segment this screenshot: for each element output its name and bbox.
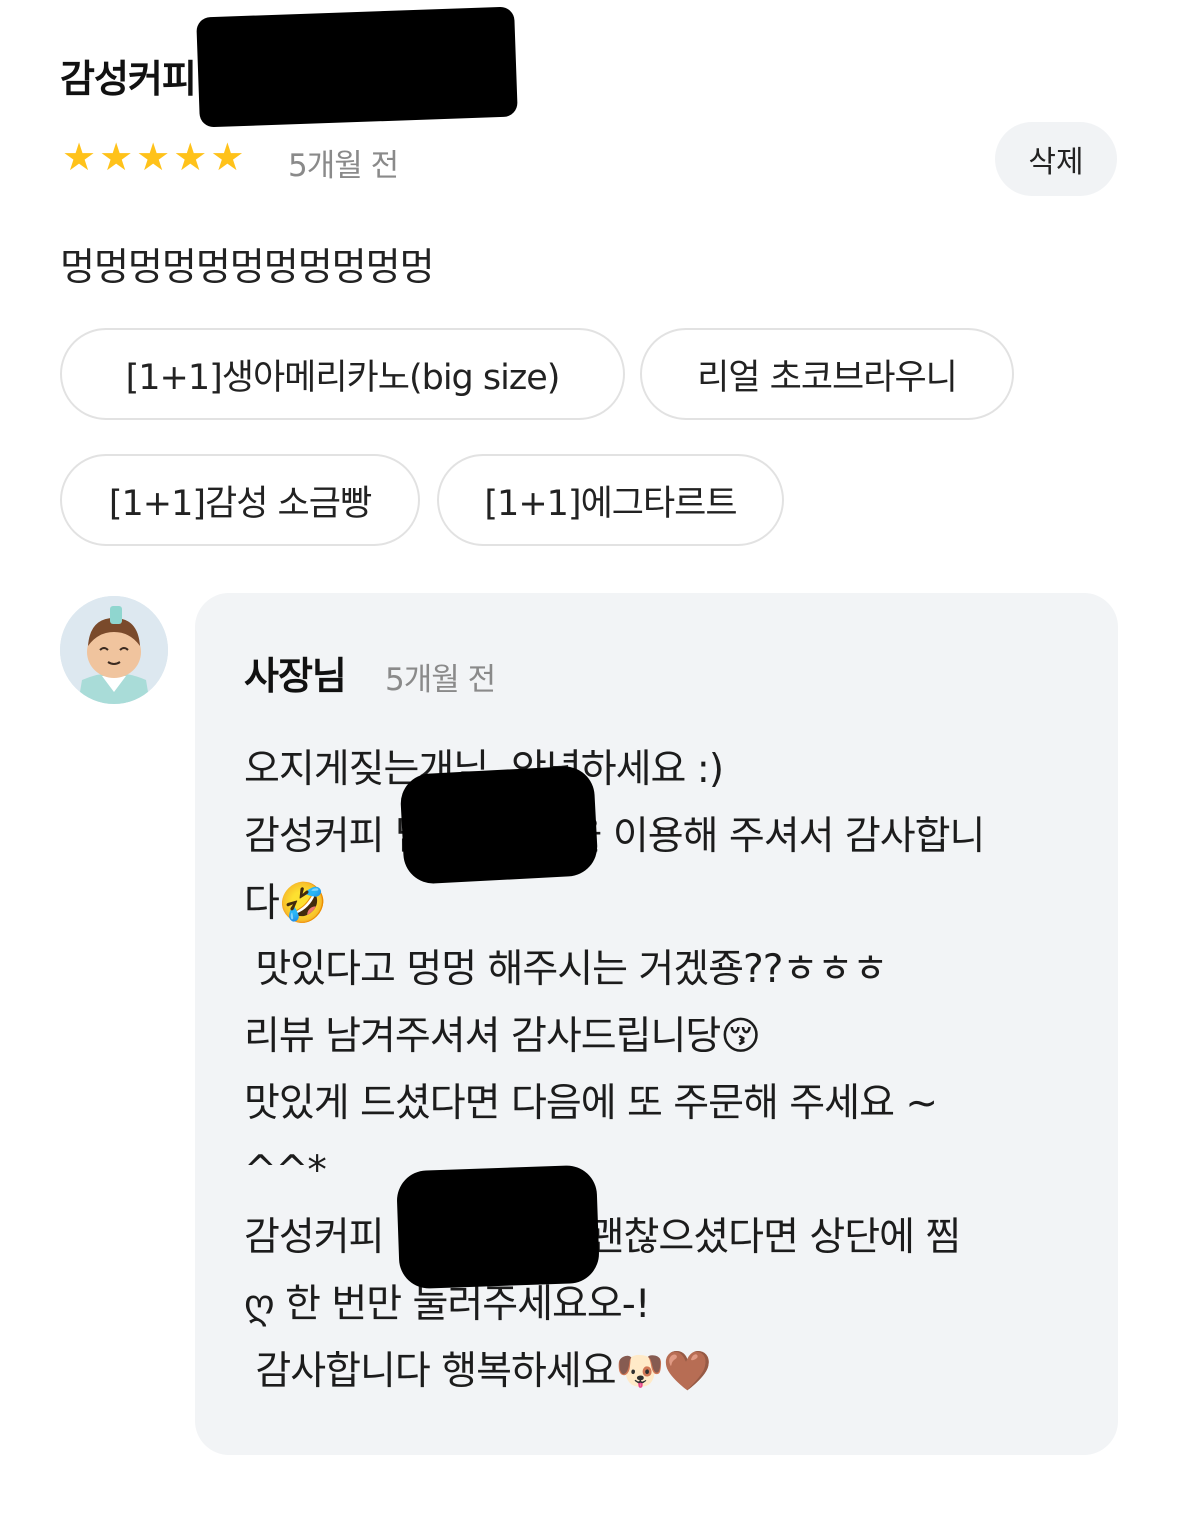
owner-avatar — [60, 596, 168, 704]
review-text: 멍멍멍멍멍멍멍멍멍멍멍 — [60, 245, 435, 289]
menu-tag[interactable]: [1+1]에그타르트 — [437, 454, 784, 546]
menu-tag[interactable]: [1+1]감성 소금빵 — [60, 454, 420, 546]
reply-line: ღ 한 번만 눌러주세요오-! — [244, 1282, 650, 1327]
reply-line: 맛있게 드셨다면 다음에 또 주문해 주세요 ~ — [244, 1081, 938, 1126]
reply-line: ^^* — [244, 1148, 327, 1193]
menu-tag[interactable]: [1+1]생아메리카노(big size) — [60, 328, 625, 420]
review-time: 5개월 전 — [288, 148, 399, 184]
reply-line: 감성커피 남 을 이용해 주셔서 감사합니 — [244, 814, 985, 859]
store-name: 감성커피 — [60, 57, 197, 101]
star-icon: ★ — [62, 135, 97, 179]
reply-time: 5개월 전 — [385, 662, 496, 698]
delete-button[interactable]: 삭제 — [995, 122, 1117, 196]
reply-line: 맛있다고 멍멍 해주시는 거겠죵??ㅎㅎㅎ — [244, 947, 888, 992]
reply-line: 다🤣 — [244, 881, 327, 926]
reply-line: 감사합니다 행복하세요🐶🤎 — [244, 1349, 711, 1394]
star-icon: ★ — [210, 135, 245, 179]
reply-author: 사장님 — [244, 654, 347, 698]
reply-line: 리뷰 남겨주셔셔 감사드립니당😚 — [244, 1014, 761, 1059]
owner-avatar-icon — [60, 596, 168, 704]
menu-tag[interactable]: 리얼 초코브라우니 — [640, 328, 1014, 420]
star-icon: ★ — [136, 135, 171, 179]
rating-stars: ★ ★ ★ ★ ★ — [62, 138, 244, 176]
redaction-mark — [196, 6, 518, 128]
reply-line: 감성커피 괜찮으셨다면 상단에 찜 — [244, 1215, 961, 1260]
star-icon: ★ — [173, 135, 208, 179]
star-icon: ★ — [99, 135, 134, 179]
redaction-mark — [396, 1164, 600, 1290]
redaction-mark — [399, 764, 599, 886]
